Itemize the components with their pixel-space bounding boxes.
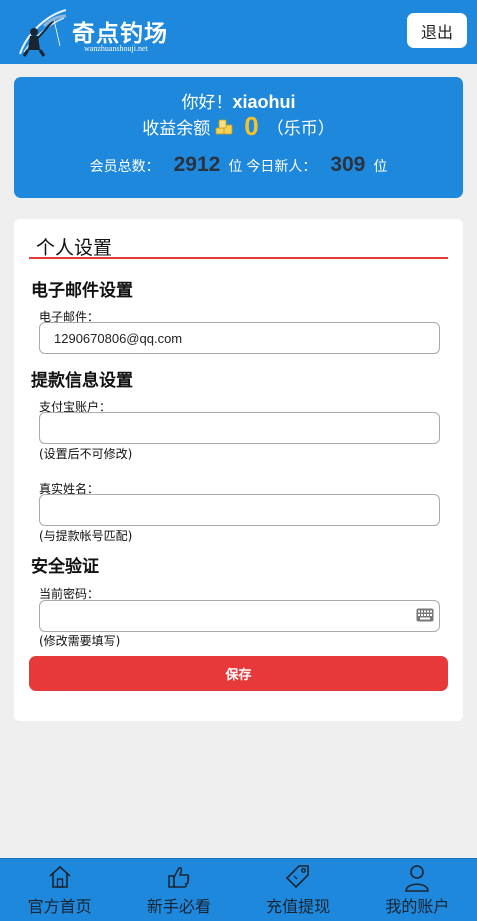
settings-panel: 个人设置 电子邮件设置 电子邮件： 提款信息设置 支付宝账户： (设置后不可修改…: [14, 219, 463, 721]
nav-label-home: 官方首页: [27, 897, 92, 916]
realname-hint: (与提款帐号匹配): [39, 529, 133, 543]
email-section-title: 电子邮件设置: [31, 281, 133, 301]
alipay-hint: (设置后不可修改): [39, 447, 133, 461]
user-icon: [405, 865, 430, 892]
thumbs-up-icon: [168, 867, 190, 888]
fisherman-logo-icon: [19, 9, 67, 57]
stats-row: 会员总数： 2912 位 今日新人： 309 位: [14, 153, 463, 177]
panel-title: 个人设置: [36, 237, 113, 259]
logo-subtitle: wanzhuanshouji.net: [84, 44, 148, 53]
coin-stack-icon: [215, 119, 233, 135]
nav-label-account: 我的账户: [385, 897, 450, 916]
nav-item-recharge[interactable]: 充值提现: [239, 859, 358, 921]
site-logo[interactable]: 奇点钓场 wanzhuanshouji.net: [14, 6, 184, 58]
withdraw-section-title: 提款信息设置: [31, 371, 133, 391]
members-count: 2912: [173, 153, 221, 176]
members-label: 会员总数：: [89, 159, 160, 175]
account-summary-card: 你好！xiaohui 收益余额 0 （乐币） 会员总数： 2912 位 今日新人…: [14, 77, 463, 198]
today-unit: 位: [373, 159, 388, 175]
home-icon: [49, 865, 71, 888]
logout-button[interactable]: 退出: [407, 13, 467, 48]
balance-row: 收益余额 0 （乐币）: [14, 113, 463, 139]
keyboard-icon[interactable]: [416, 608, 434, 622]
email-field[interactable]: [39, 322, 440, 354]
tag-icon: [286, 865, 309, 889]
today-label: 今日新人：: [246, 159, 317, 175]
password-hint: (修改需要填写): [39, 634, 121, 648]
nav-item-account[interactable]: 我的账户: [358, 859, 477, 921]
bottom-nav: 官方首页 新手必看 充值提现 我的账户: [0, 858, 477, 921]
save-button[interactable]: 保存: [29, 656, 448, 691]
username: xiaohui: [232, 92, 296, 112]
nav-label-guide: 新手必看: [146, 897, 211, 916]
alipay-account-field[interactable]: [39, 412, 440, 444]
title-divider: [29, 257, 448, 259]
nav-item-guide[interactable]: 新手必看: [119, 859, 238, 921]
balance-unit: （乐币）: [266, 118, 335, 139]
balance-value: 0: [244, 111, 259, 141]
members-unit: 位: [228, 159, 243, 175]
password-field[interactable]: [39, 600, 440, 632]
balance-label: 收益余额: [142, 118, 211, 139]
nav-item-home[interactable]: 官方首页: [0, 859, 119, 921]
top-bar: 奇点钓场 wanzhuanshouji.net 退出: [0, 0, 477, 64]
logo-title: 奇点钓场: [72, 20, 168, 47]
security-section-title: 安全验证: [31, 557, 99, 577]
greeting-prefix: 你好！: [181, 93, 233, 113]
nav-label-recharge: 充值提现: [266, 897, 331, 916]
greeting: 你好！xiaohui: [14, 88, 463, 113]
realname-field[interactable]: [39, 494, 440, 526]
today-count: 309: [330, 153, 366, 176]
